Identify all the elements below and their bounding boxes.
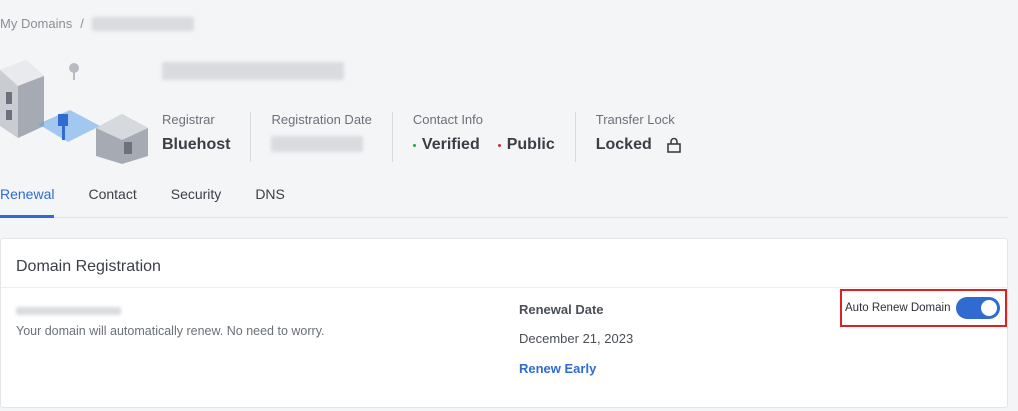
registrar-value: Bluehost <box>162 136 231 153</box>
verified-dot <box>412 143 416 147</box>
renewal-date-value: December 21, 2023 <box>519 331 634 346</box>
transfer-lock-label: Transfer Lock <box>595 112 675 127</box>
auto-renew-toggle[interactable] <box>956 297 1001 319</box>
domain-tabs: Renewal Contact Security DNS <box>0 178 1008 218</box>
lock-icon <box>666 137 681 153</box>
breadcrumb-current-blurred <box>91 16 194 31</box>
contact-info-label: Contact Info <box>412 112 484 127</box>
card-divider <box>1 287 1007 288</box>
contact-public: Public <box>506 136 555 153</box>
contact-info-block: Contact Info Verified Public <box>391 112 575 162</box>
card-title: Domain Registration <box>16 258 161 275</box>
transfer-lock-value-container: Locked <box>596 136 682 154</box>
registration-date-block: Registration Date <box>250 112 391 162</box>
transfer-lock-block: Transfer Lock Locked <box>574 112 702 162</box>
transfer-lock-value: Locked <box>595 136 652 153</box>
renew-early-link[interactable]: Renew Early <box>519 361 596 376</box>
registration-date-value-container <box>271 136 371 152</box>
registration-date-label: Registration Date <box>271 112 372 127</box>
renewal-date-label: Renewal Date <box>519 302 604 317</box>
registrar-label: Registrar <box>162 112 215 127</box>
auto-renew-label: Auto Renew Domain <box>845 302 951 314</box>
domain-name-blurred <box>162 62 344 80</box>
public-dot <box>497 143 501 147</box>
tab-security[interactable]: Security <box>171 178 222 217</box>
tab-contact[interactable]: Contact <box>88 178 136 217</box>
contact-info-values: Verified Public <box>412 136 555 154</box>
breadcrumb-my-domains[interactable]: My Domains <box>0 16 72 31</box>
breadcrumb: My Domains / <box>0 16 194 31</box>
tab-dns[interactable]: DNS <box>255 178 285 217</box>
breadcrumb-separator: / <box>80 16 84 31</box>
domain-info-row: Registrar Bluehost Registration Date Con… <box>162 112 702 162</box>
registration-date-blurred <box>271 136 364 152</box>
auto-renew-status-text: Your domain will automatically renew. No… <box>16 324 325 338</box>
registrar-block: Registrar Bluehost <box>162 112 250 162</box>
domain-registration-card: Domain Registration Your domain will aut… <box>0 238 1008 408</box>
status-heading-blurred <box>16 307 121 315</box>
tab-renewal[interactable]: Renewal <box>0 178 55 218</box>
contact-verified: Verified <box>421 136 480 153</box>
house-illustration <box>0 60 148 164</box>
auto-renew-highlight: Auto Renew Domain <box>840 289 1007 327</box>
toggle-knob <box>981 300 998 316</box>
